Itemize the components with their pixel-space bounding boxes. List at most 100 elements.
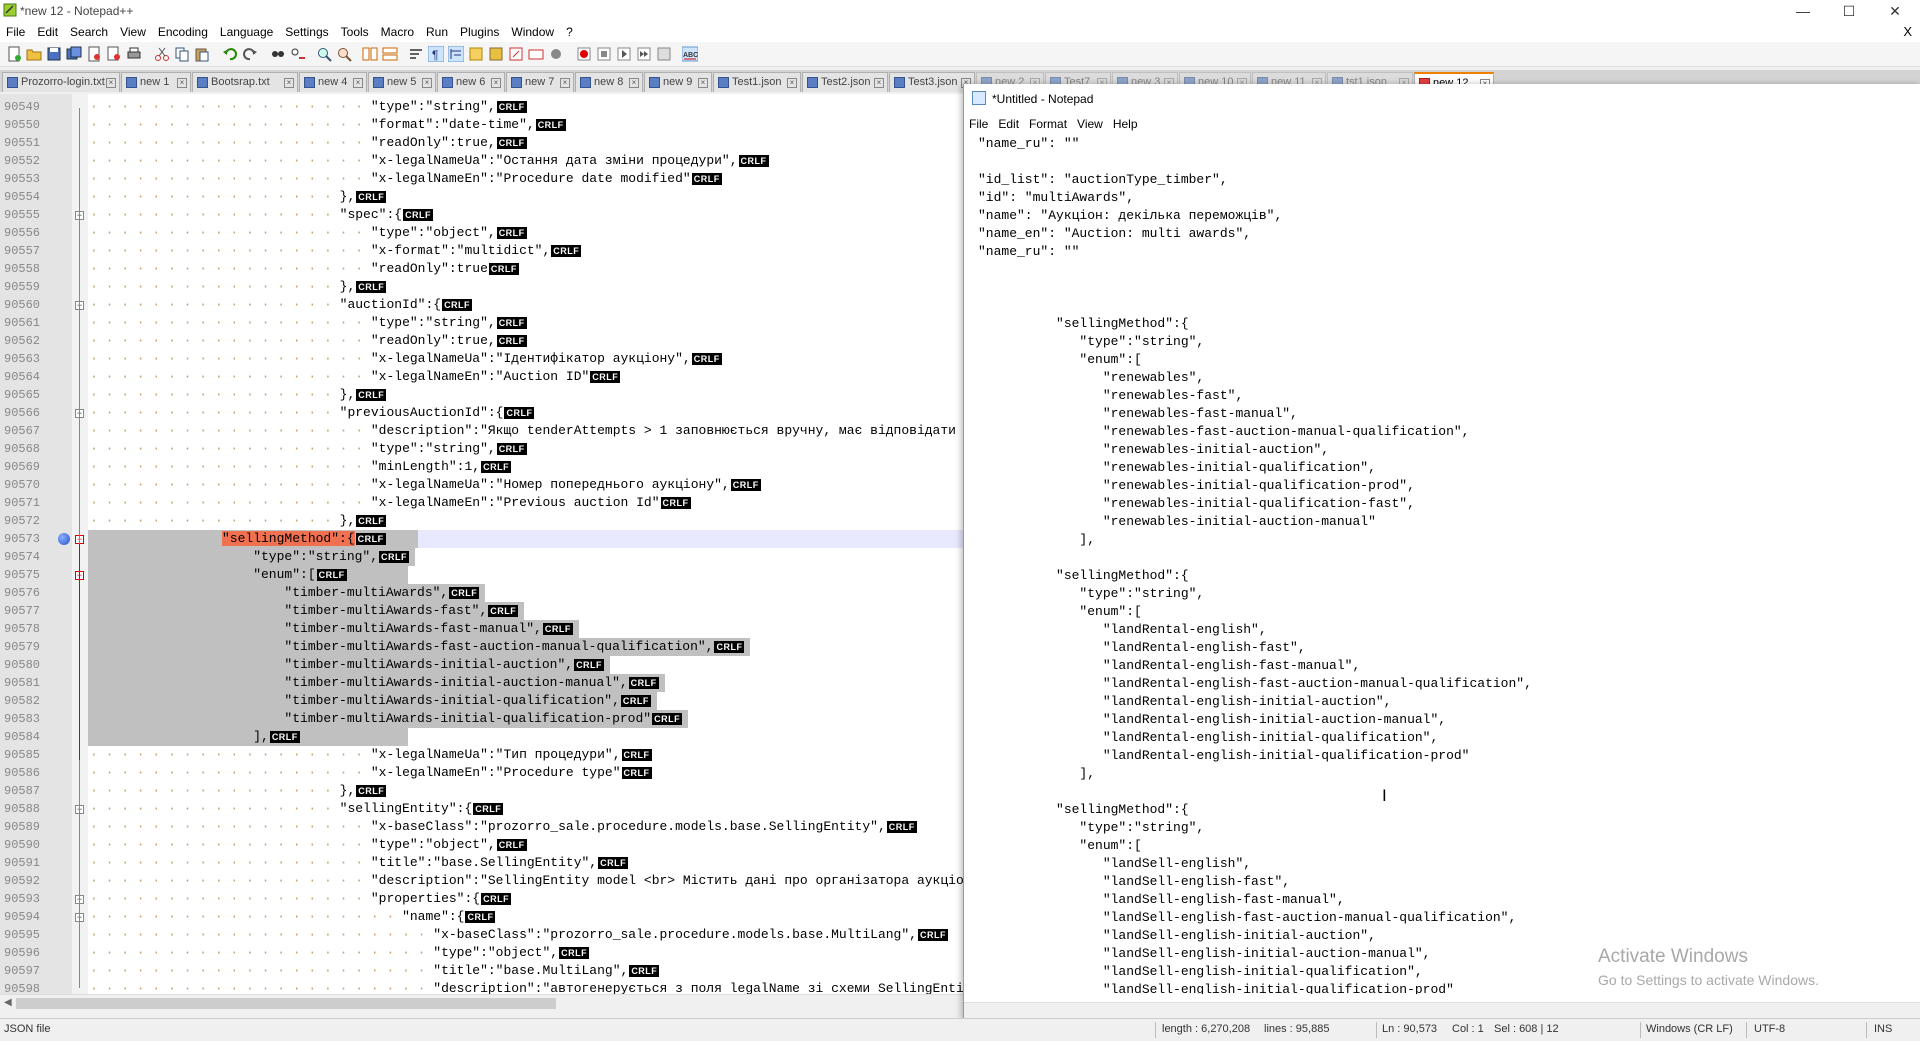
find-icon[interactable]: [270, 46, 286, 62]
tab-close-icon[interactable]: ×: [629, 78, 639, 88]
menu-file[interactable]: File: [0, 22, 31, 42]
tab-close-icon[interactable]: ×: [698, 78, 708, 88]
code-line[interactable]: 90549 · · · · · · · · · · · · · · · · · ·…: [0, 98, 963, 116]
code-line[interactable]: 90570 · · · · · · · · · · · · · · · · · ·…: [0, 476, 963, 494]
tab-close-icon[interactable]: ×: [874, 78, 884, 88]
tab-new-1[interactable]: new 1 ×: [121, 72, 191, 92]
code-line[interactable]: 90596 · · · · · · · · · · · · · · · · · ·…: [0, 944, 963, 962]
code-line[interactable]: 90563 · · · · · · · · · · · · · · · · · ·…: [0, 350, 963, 368]
code-line[interactable]: 90573 "sellingMethod":{CRLF: [0, 530, 963, 548]
code-line[interactable]: 90598 · · · · · · · · · · · · · · · · · ·…: [0, 980, 963, 994]
tab-close-icon[interactable]: ×: [106, 78, 116, 88]
code-line[interactable]: 90569 · · · · · · · · · · · · · · · · · ·…: [0, 458, 963, 476]
code-line[interactable]: 90580 "timber-multiAwards-initial-auctio…: [0, 656, 963, 674]
menu-help[interactable]: ?: [560, 22, 579, 42]
paste-icon[interactable]: [194, 46, 210, 62]
maximize-button[interactable]: ☐: [1826, 0, 1872, 22]
tab-test2-json[interactable]: Test2.json ×: [802, 72, 888, 92]
code-line[interactable]: 90577 "timber-multiAwards-fast", CRLF: [0, 602, 963, 620]
zoom-in-icon[interactable]: [316, 46, 332, 62]
cut-icon[interactable]: [154, 46, 170, 62]
scroll-left-icon[interactable]: ◀: [4, 997, 12, 1008]
tab-close-icon[interactable]: ×: [177, 78, 187, 88]
tab-new-6[interactable]: new 6 ×: [437, 72, 505, 92]
code-line[interactable]: 90555 · · · · · · · · · · · · · · · · "sp…: [0, 206, 963, 224]
new-file-icon[interactable]: [6, 46, 22, 62]
code-line[interactable]: 90564 · · · · · · · · · · · · · · · · · ·…: [0, 368, 963, 386]
menu-settings[interactable]: Settings: [279, 22, 334, 42]
folder-workspace-icon[interactable]: [528, 46, 544, 62]
tab-close-icon[interactable]: ×: [491, 78, 501, 88]
monitoring-icon[interactable]: [548, 46, 564, 62]
sync-horizontal-icon[interactable]: [382, 46, 398, 62]
code-line[interactable]: 90594 · · · · · · · · · · · · · · · · · ·…: [0, 908, 963, 926]
status-insert-mode[interactable]: INS: [1874, 1023, 1892, 1035]
code-line[interactable]: 90557 · · · · · · · · · · · · · · · · · ·…: [0, 242, 963, 260]
code-line[interactable]: 90576 "timber-multiAwards", CRLF: [0, 584, 963, 602]
code-line[interactable]: 90582 "timber-multiAwards-initial-qualif…: [0, 692, 963, 710]
notepad-menu-edit[interactable]: Edit: [993, 114, 1024, 134]
code-line[interactable]: 90568 · · · · · · · · · · · · · · · · · ·…: [0, 440, 963, 458]
menu-encoding[interactable]: Encoding: [152, 22, 214, 42]
save-all-icon[interactable]: [66, 46, 82, 62]
code-line[interactable]: 90590 · · · · · · · · · · · · · · · · · ·…: [0, 836, 963, 854]
code-line[interactable]: 90559 · · · · · · · · · · · · · · · · }, C…: [0, 278, 963, 296]
replace-icon[interactable]: [290, 46, 306, 62]
code-line[interactable]: 90595 · · · · · · · · · · · · · · · · · ·…: [0, 926, 963, 944]
status-encoding[interactable]: UTF-8: [1754, 1023, 1785, 1035]
menu-plugins[interactable]: Plugins: [454, 22, 505, 42]
open-file-icon[interactable]: [26, 46, 42, 62]
menu-macro[interactable]: Macro: [375, 22, 420, 42]
record-macro-icon[interactable]: [576, 46, 592, 62]
menu-edit[interactable]: Edit: [31, 22, 64, 42]
save-macro-icon[interactable]: [656, 46, 672, 62]
stop-macro-icon[interactable]: [596, 46, 612, 62]
menu-search[interactable]: Search: [64, 22, 114, 42]
code-line[interactable]: 90562 · · · · · · · · · · · · · · · · · ·…: [0, 332, 963, 350]
code-line[interactable]: 90589 · · · · · · · · · · · · · · · · · ·…: [0, 818, 963, 836]
run-macro-multiple-icon[interactable]: [636, 46, 652, 62]
tab-prozorro-login-txt[interactable]: Prozorro-login.txt ×: [2, 72, 120, 92]
editor-pane[interactable]: 90549 · · · · · · · · · · · · · · · · · ·…: [0, 94, 963, 994]
code-line[interactable]: 90591 · · · · · · · · · · · · · · · · · ·…: [0, 854, 963, 872]
tab-new-9[interactable]: new 9 ×: [644, 72, 712, 92]
tab-close-icon[interactable]: ×: [284, 78, 294, 88]
code-line[interactable]: 90587 · · · · · · · · · · · · · · · · }, C…: [0, 782, 963, 800]
code-line[interactable]: 90588 · · · · · · · · · · · · · · · · "se…: [0, 800, 963, 818]
code-line[interactable]: 90585 · · · · · · · · · · · · · · · · · ·…: [0, 746, 963, 764]
indent-guide-icon[interactable]: [448, 46, 464, 62]
tab-close-icon[interactable]: ×: [353, 78, 363, 88]
copy-icon[interactable]: [174, 46, 190, 62]
bookmark-icon[interactable]: [58, 533, 70, 545]
function-list-icon[interactable]: [508, 46, 524, 62]
menu-language[interactable]: Language: [214, 22, 279, 42]
zoom-out-icon[interactable]: [336, 46, 352, 62]
code-line[interactable]: 90584 ], CRLF: [0, 728, 963, 746]
code-line[interactable]: 90572 · · · · · · · · · · · · · · · · }, C…: [0, 512, 963, 530]
menu-view[interactable]: View: [114, 22, 152, 42]
notepad-window[interactable]: *Untitled - Notepad File Edit Format View He…: [963, 84, 1920, 1021]
notepad-text-area[interactable]: "name_ru": "" "id_list": "auctionType_tim…: [964, 134, 1920, 994]
notepad-menu-file[interactable]: File: [964, 114, 993, 134]
minimize-button[interactable]: —: [1780, 0, 1826, 22]
close-document-button[interactable]: X: [1903, 24, 1912, 39]
code-line[interactable]: 90552 · · · · · · · · · · · · · · · · · ·…: [0, 152, 963, 170]
show-all-chars-icon[interactable]: ¶: [428, 46, 444, 62]
code-line[interactable]: 90574 "type":"string", CRLF: [0, 548, 963, 566]
close-file-icon[interactable]: [86, 46, 102, 62]
code-line[interactable]: 90592 · · · · · · · · · · · · · · · · · ·…: [0, 872, 963, 890]
close-all-icon[interactable]: [106, 46, 122, 62]
menu-run[interactable]: Run: [420, 22, 454, 42]
tab-close-icon[interactable]: ×: [560, 78, 570, 88]
spell-check-icon[interactable]: ABC: [682, 46, 698, 62]
save-icon[interactable]: [46, 46, 62, 62]
tab-close-icon[interactable]: ×: [787, 78, 797, 88]
notepad-menu-help[interactable]: Help: [1108, 114, 1143, 134]
tab-bootsrap-txt[interactable]: Bootsrap.txt ×: [192, 72, 298, 92]
editor-horizontal-scrollbar[interactable]: ◀: [0, 994, 963, 1012]
tab-new-5[interactable]: new 5 ×: [368, 72, 436, 92]
code-line[interactable]: 90565 · · · · · · · · · · · · · · · · }, C…: [0, 386, 963, 404]
code-line[interactable]: 90597 · · · · · · · · · · · · · · · · · ·…: [0, 962, 963, 980]
code-line[interactable]: 90566 · · · · · · · · · · · · · · · · "pr…: [0, 404, 963, 422]
code-line[interactable]: 90558 · · · · · · · · · · · · · · · · · ·…: [0, 260, 963, 278]
